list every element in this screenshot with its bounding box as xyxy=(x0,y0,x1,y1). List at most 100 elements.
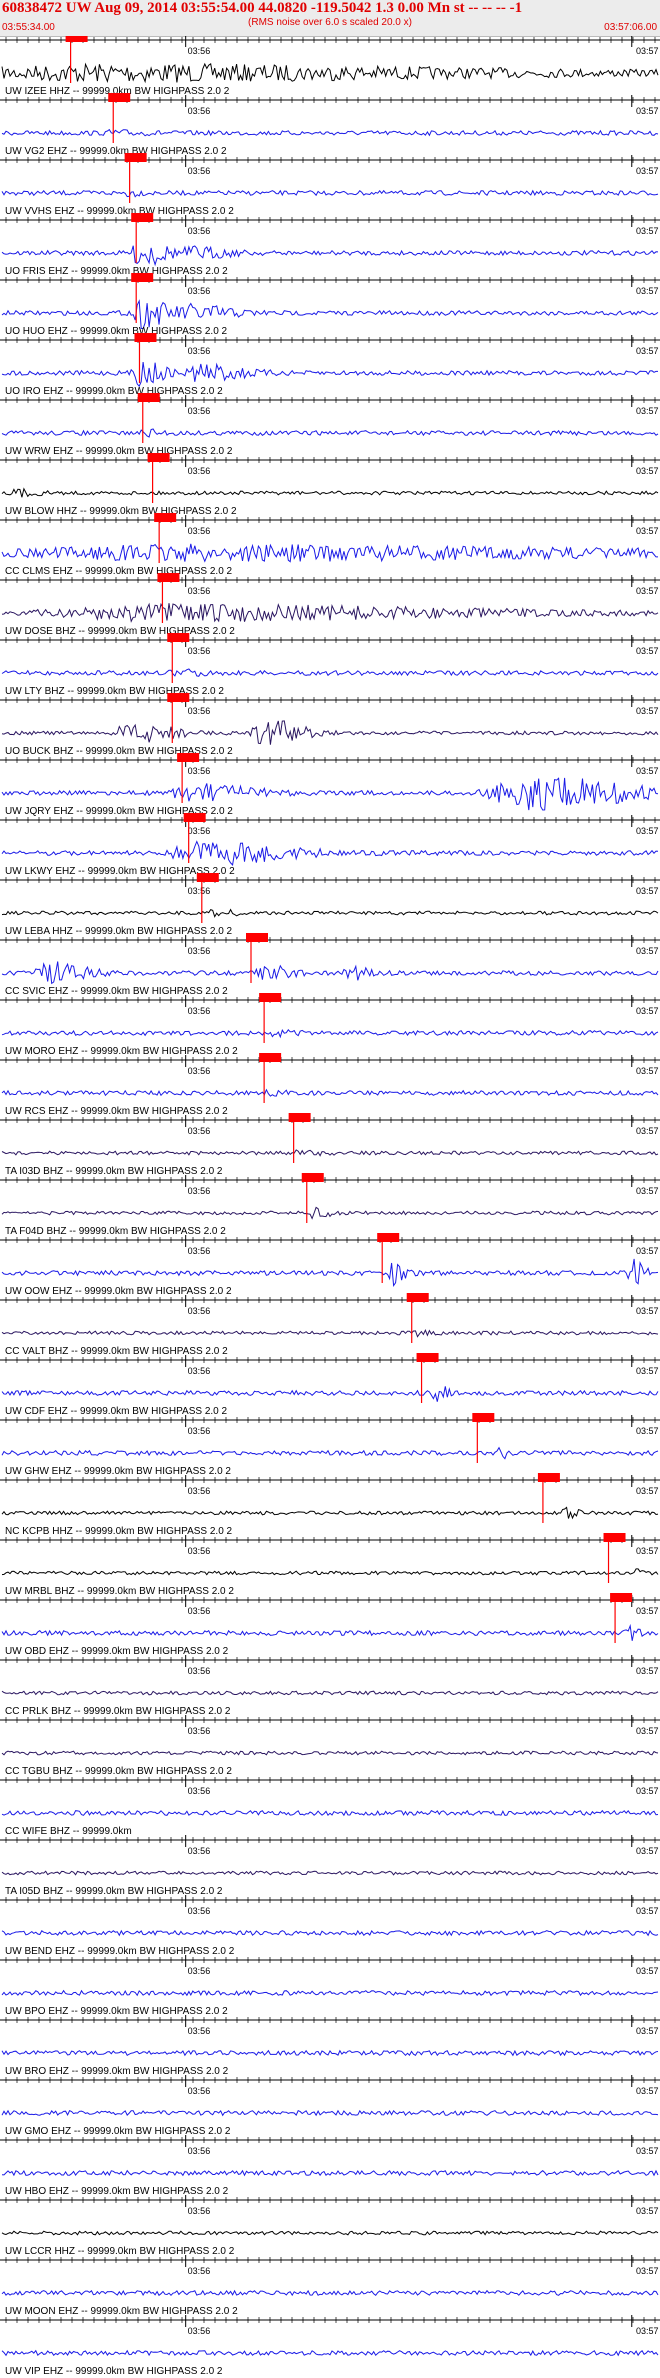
tick-label: 03:56 xyxy=(188,946,211,956)
waveform-trace xyxy=(1,961,659,985)
tick-label: 03:56 xyxy=(188,1786,211,1796)
tick-label: 03:57 xyxy=(636,1426,659,1436)
tick-label: 03:57 xyxy=(636,1066,659,1076)
station-label: NC KCPB HHZ -- 99999.0km BW HIGHPASS 2.0… xyxy=(5,1526,233,1537)
tick-label: 03:57 xyxy=(636,1006,659,1016)
waveform-trace xyxy=(1,362,658,388)
waveform-trace xyxy=(1,1386,659,1402)
tick-label: 03:56 xyxy=(188,106,211,116)
pick-flag xyxy=(124,153,147,162)
tick-label: 03:57 xyxy=(636,1366,659,1376)
tick-label: 03:56 xyxy=(188,886,211,896)
station-label: UW LCCR HHZ -- 99999.0km BW HIGHPASS 2.0… xyxy=(5,2246,235,2257)
tick-label: 03:57 xyxy=(636,2086,659,2096)
tick-label: 03:57 xyxy=(636,2146,659,2156)
waveform-trace xyxy=(1,2349,659,2357)
tick-label: 03:57 xyxy=(636,1726,659,1736)
tick-label: 03:57 xyxy=(636,2026,659,2036)
waveform-trace xyxy=(1,128,659,137)
pick-flag xyxy=(603,1533,626,1542)
pick-flag xyxy=(610,1593,633,1602)
waveform-trace xyxy=(1,1750,659,1756)
station-label: CC SVIC EHZ -- 99999.0km BW HIGHPASS 2.0… xyxy=(5,986,228,997)
station-label: UW CDF EHZ -- 99999.0km BW HIGHPASS 2.0 … xyxy=(5,1406,228,1417)
pick-flag xyxy=(131,273,154,282)
waveform-trace xyxy=(1,299,659,330)
station-label: UW GMO EHZ -- 99999.0km BW HIGHPASS 2.0 … xyxy=(5,2126,231,2137)
tick-label: 03:57 xyxy=(636,826,659,836)
tick-label: 03:56 xyxy=(188,1666,211,1676)
pick-flag xyxy=(177,753,200,762)
waveform-trace xyxy=(1,2169,659,2177)
seismogram-plot: 03:56 03:57UW IZEE HHZ -- 99999.0km BW HI… xyxy=(0,36,660,2377)
waveform-trace xyxy=(1,543,658,563)
pick-flag xyxy=(154,513,177,522)
tick-label: 03:56 xyxy=(188,166,211,176)
tick-label: 03:56 xyxy=(188,226,211,236)
pick-flag xyxy=(246,933,268,942)
tick-label: 03:56 xyxy=(188,1366,211,1376)
tick-label: 03:57 xyxy=(636,286,659,296)
tick-label: 03:57 xyxy=(636,1786,659,1796)
pick-flag xyxy=(157,573,180,582)
waveform-trace xyxy=(1,908,659,918)
station-label: UW BPO EHZ -- 99999.0km BW HIGHPASS 2.0 … xyxy=(5,2006,228,2017)
pick-flag xyxy=(416,1353,439,1362)
station-label: UW GHW EHZ -- 99999.0km BW HIGHPASS 2.0 … xyxy=(5,1466,231,1477)
pick-flag xyxy=(108,93,131,102)
station-label: UO HUO EHZ -- 99999.0km BW HIGHPASS 2.0 … xyxy=(5,326,228,337)
tick-label: 03:57 xyxy=(636,766,659,776)
station-label: TA I03D BHZ -- 99999.0km BW HIGHPASS 2.0… xyxy=(5,1166,223,1177)
tick-label: 03:56 xyxy=(188,466,211,476)
tick-label: 03:57 xyxy=(636,1966,659,1976)
station-label: CC WIFE BHZ -- 99999.0km xyxy=(5,1826,132,1837)
pick-flag xyxy=(65,36,88,42)
tick-label: 03:57 xyxy=(636,106,659,116)
waveform-trace xyxy=(1,2230,659,2236)
tick-label: 03:56 xyxy=(188,1126,211,1136)
tick-label: 03:56 xyxy=(188,1486,211,1496)
window-start-time: 03:55:34.00 xyxy=(2,22,55,33)
tick-label: 03:56 xyxy=(188,2206,211,2216)
plot-header: 60838472 UW Aug 09, 2014 03:55:54.00 44.… xyxy=(0,0,660,37)
pick-flag xyxy=(147,453,170,462)
waveform-trace xyxy=(1,1206,659,1220)
pick-flag xyxy=(537,1473,560,1482)
station-label: UW BRO EHZ -- 99999.0km BW HIGHPASS 2.0 … xyxy=(5,2066,229,2077)
waveform-trace xyxy=(1,1328,659,1338)
waveform-trace xyxy=(1,720,659,745)
station-label: UW VG2 EHZ -- 99999.0km BW HIGHPASS 2.0 … xyxy=(5,146,227,157)
tick-label: 03:57 xyxy=(636,946,659,956)
tick-label: 03:56 xyxy=(188,1606,211,1616)
tick-label: 03:57 xyxy=(636,1186,659,1196)
waveform-trace xyxy=(1,668,659,677)
tick-label: 03:56 xyxy=(188,406,211,416)
station-label: UW HBO EHZ -- 99999.0km BW HIGHPASS 2.0 … xyxy=(5,2186,229,2197)
tick-label: 03:56 xyxy=(188,1306,211,1316)
tick-label: 03:57 xyxy=(636,466,659,476)
tick-label: 03:56 xyxy=(188,2266,211,2276)
tick-label: 03:57 xyxy=(636,1246,659,1256)
waveform-trace xyxy=(1,1029,659,1039)
pick-flag xyxy=(167,633,190,642)
waveform-trace xyxy=(1,602,659,623)
tick-label: 03:56 xyxy=(188,1006,211,1016)
waveform-trace xyxy=(1,1446,659,1460)
tick-label: 03:56 xyxy=(188,346,211,356)
station-label: UW LEBA HHZ -- 99999.0km BW HIGHPASS 2.0… xyxy=(5,926,233,937)
tick-label: 03:56 xyxy=(188,1546,211,1556)
waveform-trace xyxy=(1,2049,659,2057)
station-label: UW DOSE BHZ -- 99999.0km BW HIGHPASS 2.0… xyxy=(5,626,235,637)
waveform-trace xyxy=(1,1690,659,1696)
waveform-trace xyxy=(1,1258,659,1288)
pick-flag xyxy=(472,1413,495,1422)
station-label: UW MRBL BHZ -- 99999.0km BW HIGHPASS 2.0… xyxy=(5,1586,234,1597)
tick-label: 03:56 xyxy=(188,1426,211,1436)
pick-flag xyxy=(167,693,190,702)
waveform-trace xyxy=(1,2109,659,2117)
tick-label: 03:57 xyxy=(636,2266,659,2276)
station-label: CC VALT BHZ -- 99999.0km BW HIGHPASS 2.0… xyxy=(5,1346,228,1357)
window-end-time: 03:57:06.00 xyxy=(604,22,657,33)
station-label: UW LTY BHZ -- 99999.0km BW HIGHPASS 2.0 … xyxy=(5,686,224,697)
station-label: UW OBD EHZ -- 99999.0km BW HIGHPASS 2.0 … xyxy=(5,1646,229,1657)
